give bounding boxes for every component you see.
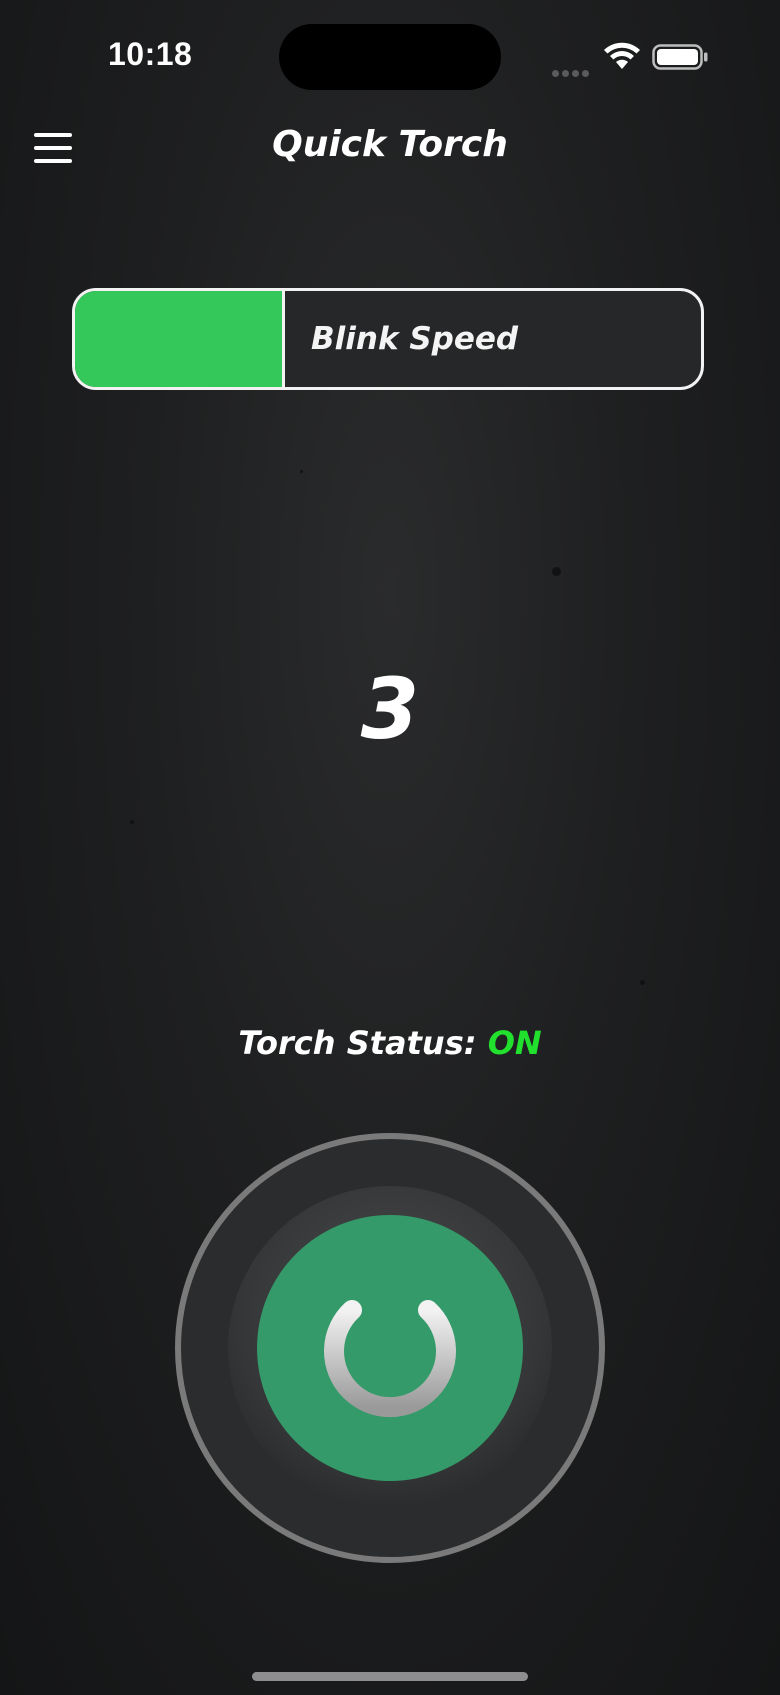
home-indicator[interactable] xyxy=(252,1672,528,1681)
blink-speed-slider[interactable]: Blink Speed xyxy=(72,288,704,390)
battery-icon xyxy=(652,44,708,70)
power-icon xyxy=(324,1272,456,1418)
app-screen: 10:18 Quick Torch Blink Speed 3 Torch St… xyxy=(0,0,780,1695)
blink-speed-fill xyxy=(75,291,285,387)
texture-speck xyxy=(640,980,645,985)
blink-speed-value: 3 xyxy=(360,660,420,758)
texture-speck xyxy=(300,470,303,473)
wifi-icon xyxy=(604,42,640,69)
app-title: Quick Torch xyxy=(272,124,508,165)
torch-status-label: Torch Status: xyxy=(238,1024,477,1062)
dynamic-island xyxy=(279,24,501,90)
torch-status: Torch Status: ON xyxy=(0,1024,780,1062)
texture-speck xyxy=(130,820,134,824)
blink-speed-label: Blink Speed xyxy=(311,321,519,357)
cellular-signal-icon xyxy=(552,62,594,77)
torch-status-value: ON xyxy=(487,1024,542,1062)
status-time: 10:18 xyxy=(108,36,193,72)
texture-speck xyxy=(552,567,561,576)
